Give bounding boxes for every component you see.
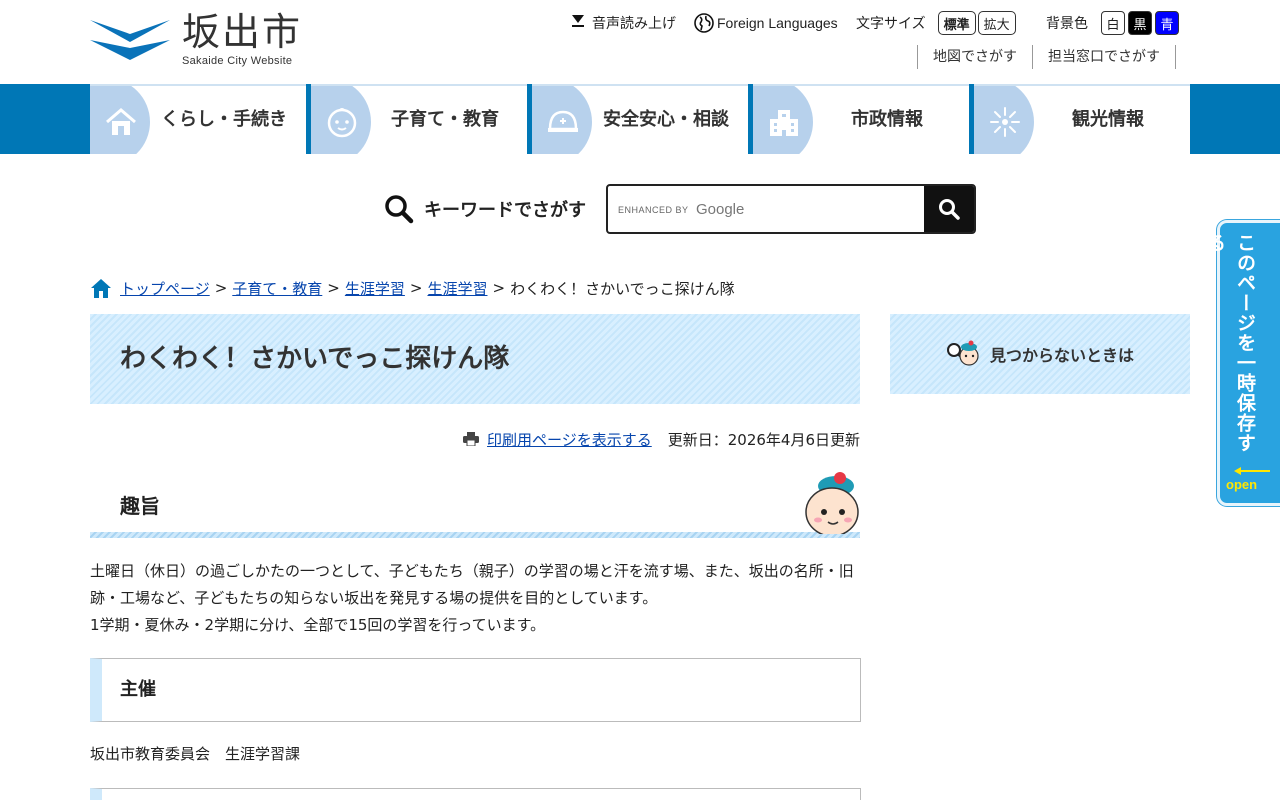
search-form: ENHANCED BY Google <box>606 184 976 234</box>
keyword-search-heading: キーワードでさがす <box>384 194 586 224</box>
foreign-languages-link[interactable]: Foreign Languages <box>694 10 838 36</box>
search-icon <box>939 199 960 220</box>
breadcrumb-link-childcare[interactable]: 子育て・教育 <box>232 278 322 299</box>
fireworks-icon <box>990 107 1020 137</box>
logo-title: 坂出市 <box>182 10 303 54</box>
purpose-text: 土曜日（休日）の過ごしかたの一つとして、子どもたち（親子）の学習の場と汗を流す場… <box>90 558 865 639</box>
purpose-paragraph-2: 1学期・夏休み・2学期に分け、全部で15回の学習を行っています。 <box>90 616 546 634</box>
global-nav: くらし・手続き 子育て・教育 安全安心・相談 市政情報 観光情報 <box>0 84 1280 154</box>
section-heading-text: 主催 <box>120 679 156 700</box>
site-header: 坂出市 Sakaide City Website 音声読み上げ Foreign … <box>0 0 1280 84</box>
heading-underline <box>90 532 860 538</box>
home-icon[interactable] <box>90 277 112 299</box>
purpose-paragraph-1: 土曜日（休日）の過ごしかたの一つとして、子どもたち（親子）の学習の場と汗を流す場… <box>90 562 854 607</box>
bg-blue-button[interactable]: 青 <box>1155 11 1179 35</box>
bg-color-control: 背景色 白 黒 青 <box>1046 10 1179 36</box>
nav-label: 子育て・教育 <box>391 109 499 130</box>
building-icon <box>770 110 798 136</box>
breadcrumb-separator: > <box>409 279 423 297</box>
breadcrumb-separator: > <box>214 279 228 297</box>
magnifier-icon <box>385 195 414 224</box>
download-arrow-icon <box>570 13 586 33</box>
mascot-search-icon <box>946 340 979 366</box>
helmet-icon <box>548 110 578 132</box>
font-size-label: 文字サイズ <box>856 16 926 32</box>
nav-label: くらし・手続き <box>161 109 287 130</box>
save-page-tab[interactable]: このページを一時保存する open <box>1204 220 1280 506</box>
map-search-link[interactable]: 地図でさがす <box>917 45 1032 69</box>
bg-black-button[interactable]: 黒 <box>1128 11 1152 35</box>
font-size-large-button[interactable]: 拡大 <box>977 11 1016 35</box>
section-heading-next <box>90 788 861 800</box>
nav-item-cityinfo[interactable]: 市政情報 <box>753 84 969 154</box>
site-logo[interactable]: 坂出市 Sakaide City Website <box>90 10 310 70</box>
not-found-label: 見つからないときは <box>989 346 1134 365</box>
house-icon <box>106 108 136 135</box>
save-page-label: このページを一時保存する <box>1204 233 1256 453</box>
page-title-box: わくわく！さかいでっこ探けん隊 <box>90 314 860 404</box>
globe-icon <box>694 13 714 33</box>
logo-mark-icon <box>90 20 170 60</box>
bg-white-button[interactable]: 白 <box>1101 11 1125 35</box>
printer-icon <box>463 432 480 446</box>
header-sublinks: 地図でさがす 担当窓口でさがす <box>917 45 1176 69</box>
page-meta: 印刷用ページを表示する 更新日：2026年4月6日更新 <box>463 428 860 450</box>
voice-reader-link[interactable]: 音声読み上げ <box>570 10 676 36</box>
organizer-text: 坂出市教育委員会 生涯学習課 <box>90 745 301 763</box>
breadcrumb-current: わくわく！さかいでっこ探けん隊 <box>510 279 735 298</box>
breadcrumb-separator: > <box>492 279 506 297</box>
keyword-search-label: キーワードでさがす <box>424 200 586 221</box>
updated-date: 更新日：2026年4月6日更新 <box>667 430 860 449</box>
breadcrumb-link-top[interactable]: トップページ <box>120 278 210 299</box>
breadcrumb-link-lifelong[interactable]: 生涯学習 <box>345 278 405 299</box>
font-size-standard-button[interactable]: 標準 <box>937 11 976 35</box>
nav-item-tourism[interactable]: 観光情報 <box>974 84 1190 154</box>
section-heading-organizer: 主催 <box>90 658 861 722</box>
voice-reader-label: 音声読み上げ <box>592 16 676 32</box>
arrow-left-icon <box>1234 467 1270 475</box>
nav-label: 観光情報 <box>1072 109 1144 130</box>
breadcrumb-separator: > <box>327 279 340 297</box>
breadcrumb-link-lifelong-2[interactable]: 生涯学習 <box>427 278 487 299</box>
section-heading-purpose: 趣旨 <box>90 472 860 538</box>
search-input[interactable] <box>608 186 926 232</box>
nav-label: 市政情報 <box>851 109 923 130</box>
font-size-control: 文字サイズ 標準 拡大 <box>856 10 1016 36</box>
desk-search-link[interactable]: 担当窓口でさがす <box>1032 45 1176 69</box>
foreign-languages-label: Foreign Languages <box>717 15 838 31</box>
search-button[interactable] <box>924 186 974 232</box>
page-title: わくわく！さかいでっこ探けん隊 <box>120 344 510 374</box>
nav-item-safety[interactable]: 安全安心・相談 <box>532 84 748 154</box>
nav-item-childcare[interactable]: 子育て・教育 <box>311 84 527 154</box>
nav-item-living[interactable]: くらし・手続き <box>90 84 306 154</box>
mascot-icon <box>805 472 859 534</box>
nav-label: 安全安心・相談 <box>603 109 729 130</box>
bg-color-label: 背景色 <box>1046 16 1088 32</box>
logo-subtitle: Sakaide City Website <box>182 55 293 67</box>
print-page-link[interactable]: 印刷用ページを表示する <box>487 429 652 450</box>
breadcrumb: トップページ > 子育て・教育 > 生涯学習 > 生涯学習 > わくわく！さかい… <box>90 276 735 300</box>
baby-icon <box>327 108 357 138</box>
not-found-button[interactable]: 見つからないときは <box>890 314 1190 394</box>
save-tab-open-label: open <box>1226 477 1258 492</box>
section-heading-text: 趣旨 <box>120 494 160 518</box>
